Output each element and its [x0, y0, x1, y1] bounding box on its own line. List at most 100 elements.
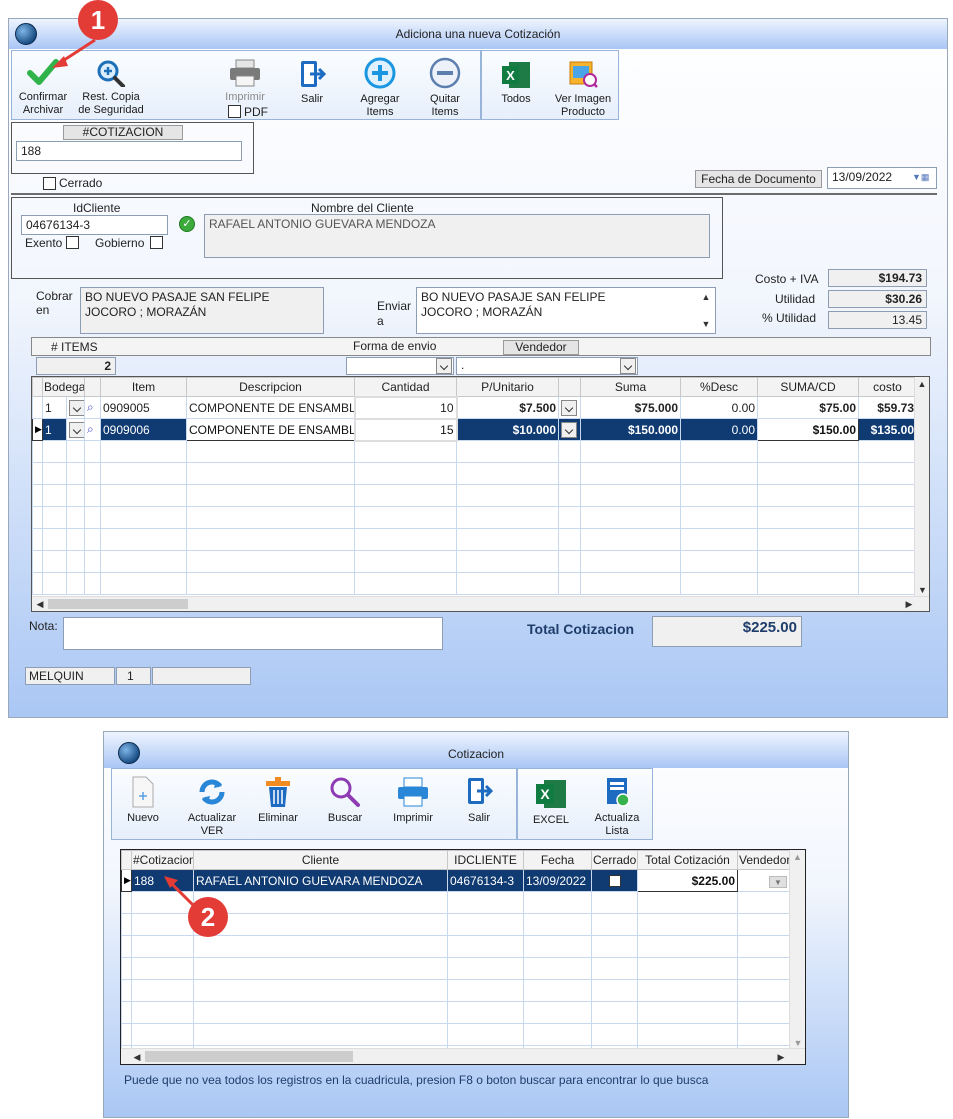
col-p-unitario[interactable]: P/Unitario	[456, 377, 559, 397]
col-cerrado[interactable]: Cerrado	[591, 850, 638, 870]
cell-disc[interactable]: 0.00	[680, 418, 758, 441]
cell-fecha[interactable]: 13/09/2022	[523, 869, 592, 892]
cell-qty[interactable]: 10	[353, 395, 458, 420]
shipping-select[interactable]	[346, 357, 454, 375]
print-button[interactable]: Imprimir	[387, 776, 439, 825]
cell-idcliente[interactable]: 04676134-3	[447, 869, 524, 892]
col-descripcion[interactable]: Descripcion	[186, 377, 355, 397]
add-items-button[interactable]: Agregar Items	[352, 57, 408, 119]
client-id-label: IdCliente	[73, 201, 121, 215]
scroll-right-icon[interactable]: ▶	[775, 1050, 787, 1064]
col-cotizacion[interactable]: #Cotizacion	[131, 850, 194, 870]
horizontal-scrollbar[interactable]: ◀ ▶	[32, 596, 929, 611]
cell-vendedor[interactable]: ▼	[737, 869, 790, 892]
note-field[interactable]	[63, 617, 443, 650]
send-address-field[interactable]: BO NUEVO PASAJE SAN FELIPE JOCORO ; MORA…	[416, 287, 716, 334]
vertical-scrollbar[interactable]: ▲ ▼	[789, 850, 805, 1050]
remove-items-button[interactable]: Quitar Items	[419, 57, 471, 119]
col-desc[interactable]: %Desc	[680, 377, 758, 397]
price-dropdown[interactable]	[558, 396, 581, 419]
exempt-checkbox[interactable]	[66, 236, 79, 249]
col-suma-cd[interactable]: SUMA/CD	[757, 377, 859, 397]
charge-address-field[interactable]: BO NUEVO PASAJE SAN FELIPE JOCORO ; MORA…	[80, 287, 324, 334]
bodega-dropdown[interactable]	[66, 396, 85, 419]
table-row[interactable]: 1 ⌕ 0909005 COMPONENTE DE ENSAMBL 10 $7.…	[32, 395, 917, 420]
vertical-scrollbar[interactable]: ▲ ▼	[914, 377, 929, 597]
price-dropdown[interactable]	[558, 418, 581, 441]
cell-bodega[interactable]: 1	[42, 418, 67, 441]
cell-price[interactable]: $7.500	[456, 396, 559, 419]
pdf-checkbox[interactable]	[228, 105, 241, 118]
bodega-dropdown[interactable]	[66, 418, 85, 441]
remove-items-label: Quitar Items	[430, 93, 460, 118]
image-product-icon	[569, 61, 598, 88]
col-fecha[interactable]: Fecha	[523, 850, 592, 870]
cell-qty[interactable]: 15	[353, 417, 458, 442]
send-scroll-down[interactable]: ▼	[699, 317, 713, 331]
client-name-field[interactable]: RAFAEL ANTONIO GUEVARA MENDOZA	[204, 214, 710, 258]
divider	[11, 193, 937, 195]
status-user: MELQUIN	[25, 667, 115, 685]
seller-select[interactable]: .	[456, 357, 638, 375]
print-label: Imprimir	[225, 91, 265, 103]
shipping-label: Forma de envio	[353, 339, 437, 353]
cell-bodega[interactable]: 1	[42, 396, 67, 419]
annotation-badge-1: 1	[78, 0, 118, 40]
cell-cerrado[interactable]	[591, 869, 638, 892]
search-icon	[330, 777, 360, 807]
col-suma[interactable]: Suma	[580, 377, 681, 397]
app-globe-icon	[15, 23, 37, 45]
scroll-thumb[interactable]	[145, 1051, 353, 1062]
scroll-up-icon[interactable]: ▲	[790, 850, 805, 864]
send-scroll-up[interactable]: ▲	[699, 290, 713, 304]
quote-number-field[interactable]: 188	[16, 141, 242, 161]
exit-button[interactable]: Salir	[287, 59, 337, 106]
cell-desc[interactable]: COMPONENTE DE ENSAMBL	[186, 396, 355, 419]
calendar-icon[interactable]: ▼▦	[912, 172, 934, 184]
exit-button[interactable]: Salir	[456, 776, 502, 825]
scroll-up-icon[interactable]: ▲	[915, 377, 929, 391]
scroll-right-icon[interactable]: ▶	[903, 597, 915, 611]
update-list-button[interactable]: Actualiza Lista	[588, 776, 646, 838]
delete-button[interactable]: Eliminar	[254, 776, 302, 825]
print-button[interactable]: Imprimir	[217, 59, 273, 104]
scroll-thumb[interactable]	[48, 599, 188, 609]
refresh-button[interactable]: Actualizar VER	[182, 776, 242, 838]
col-costo[interactable]: costo	[858, 377, 917, 397]
scroll-left-icon[interactable]: ◀	[34, 597, 46, 611]
product-lookup-icon[interactable]: ⌕	[84, 396, 101, 419]
cell-disc[interactable]: 0.00	[680, 396, 758, 419]
table-row-selected[interactable]: ▶ 188 RAFAEL ANTONIO GUEVARA MENDOZA 046…	[121, 869, 790, 892]
scroll-left-icon[interactable]: ◀	[131, 1050, 143, 1064]
cell-item[interactable]: 0909005	[100, 396, 187, 419]
date-picker[interactable]: 13/09/2022 ▼▦	[827, 167, 937, 189]
col-cantidad[interactable]: Cantidad	[354, 377, 457, 397]
government-checkbox[interactable]	[150, 236, 163, 249]
note-label: Nota:	[29, 619, 58, 633]
horizontal-scrollbar[interactable]: ◀ ▶	[121, 1048, 805, 1064]
col-item[interactable]: Item	[100, 377, 187, 397]
cell-price[interactable]: $10.000	[456, 418, 559, 441]
cell-cliente[interactable]: RAFAEL ANTONIO GUEVARA MENDOZA	[193, 869, 448, 892]
scroll-down-icon[interactable]: ▼	[915, 583, 929, 597]
table-row-selected[interactable]: ▶ 1 ⌕ 0909006 COMPONENTE DE ENSAMBL 15 $…	[32, 417, 917, 442]
client-id-field[interactable]: 04676134-3	[21, 215, 168, 235]
export-all-button[interactable]: X Todos	[493, 61, 539, 106]
col-idcliente[interactable]: IDCLIENTE	[447, 850, 524, 870]
closed-checkbox[interactable]	[608, 875, 621, 888]
col-bodega[interactable]: Bodega	[42, 377, 85, 397]
cell-sumcd: $150.00	[757, 418, 859, 441]
cell-total[interactable]: $225.00	[637, 869, 738, 892]
product-lookup-icon[interactable]: ⌕	[84, 418, 101, 441]
cell-item[interactable]: 0909006	[100, 418, 187, 441]
excel-export-button[interactable]: X EXCEL	[528, 778, 574, 827]
view-image-button[interactable]: Ver Imagen Producto	[549, 59, 617, 119]
search-button[interactable]: Buscar	[322, 776, 368, 825]
closed-checkbox[interactable]	[43, 177, 56, 190]
cell-desc[interactable]: COMPONENTE DE ENSAMBL	[186, 418, 355, 441]
new-button[interactable]: Nuevo	[120, 776, 166, 825]
col-vendedor[interactable]: Vendedor	[737, 850, 790, 870]
col-cliente[interactable]: Cliente	[193, 850, 448, 870]
col-total[interactable]: Total Cotización	[637, 850, 738, 870]
client-name-label: Nombre del Cliente	[311, 201, 414, 215]
